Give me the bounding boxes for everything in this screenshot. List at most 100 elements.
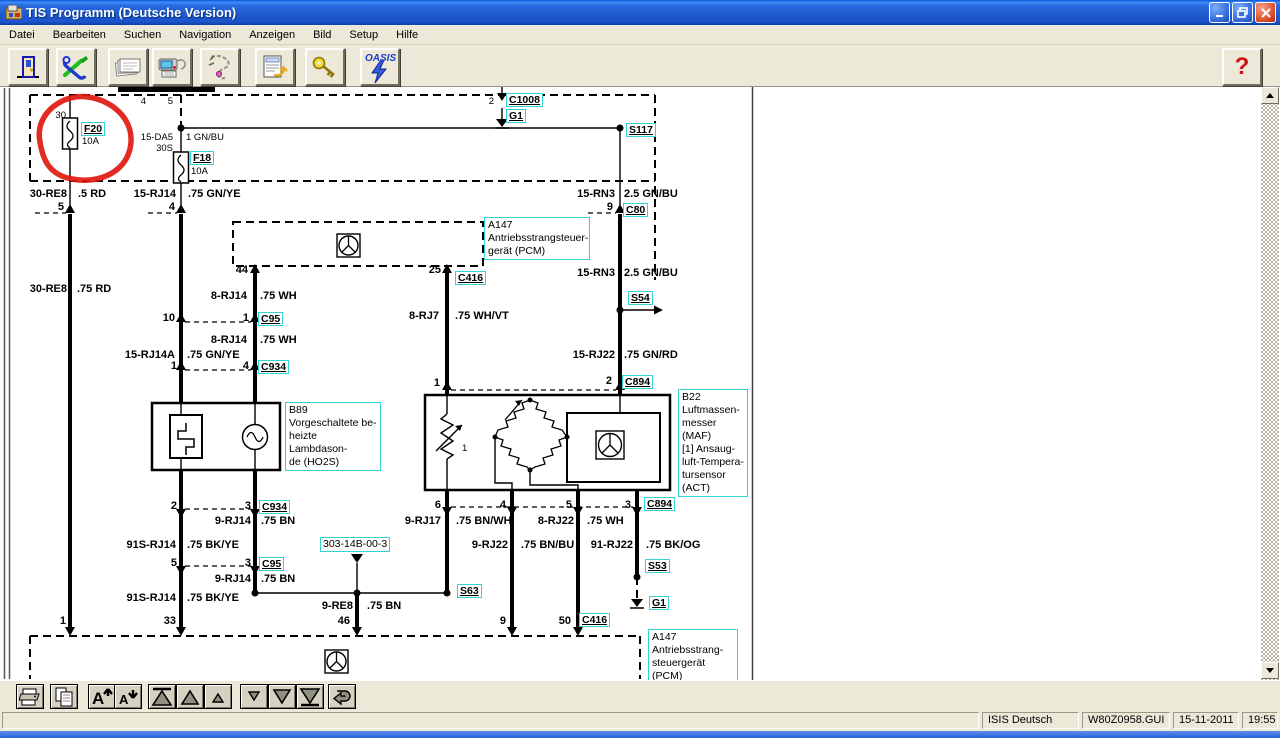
component-B89-ho2s[interactable]: B89Vorgeschaltete be-heizte Lambdason-de… — [285, 402, 381, 471]
status-message-panel — [2, 712, 979, 729]
wire-label: 1 — [462, 443, 467, 454]
part-number-link[interactable]: 303-14B-00-3 — [320, 537, 390, 552]
wire-label: 9-RE8 — [322, 600, 353, 612]
wire-label: 1 — [60, 615, 66, 627]
link-C894-top[interactable]: C894 — [622, 375, 653, 389]
copy-button[interactable] — [50, 684, 78, 709]
report-button[interactable] — [255, 48, 295, 86]
wire-label: .75 GN/YE — [187, 349, 240, 361]
menu-navigation[interactable]: Navigation — [170, 27, 240, 43]
link-F20[interactable]: F20 — [81, 122, 105, 136]
wire-label: 2.5 GN/BU — [624, 188, 678, 200]
link-S63[interactable]: S63 — [457, 584, 482, 598]
link-S54[interactable]: S54 — [628, 291, 653, 305]
documents-button[interactable] — [108, 48, 148, 86]
menu-bearbeiten[interactable]: Bearbeiten — [44, 27, 115, 43]
close-button[interactable] — [1255, 2, 1276, 23]
help-button[interactable]: ? — [1222, 48, 1262, 86]
zoom-down-medium-button[interactable] — [268, 684, 296, 709]
wire-label: 15-RN3 — [577, 267, 615, 279]
wire-label: .75 RD — [77, 283, 111, 295]
menu-bild[interactable]: Bild — [304, 27, 340, 43]
wire-label: .5 RD — [78, 188, 106, 200]
print-button[interactable] — [16, 684, 44, 709]
link-G1-bottom[interactable]: G1 — [649, 596, 669, 610]
font-increase-button[interactable]: A — [88, 684, 116, 709]
link-C416-top[interactable]: C416 — [455, 271, 486, 285]
zoom-fit-up-button[interactable] — [148, 684, 176, 709]
link-S53[interactable]: S53 — [645, 559, 670, 573]
exit-button[interactable] — [8, 48, 48, 86]
component-B22-maf[interactable]: B22Luftmassen-messer (MAF)[1] Ansaug-luf… — [678, 389, 748, 497]
wire-label: .75 BK/OG — [646, 539, 700, 551]
wire-label: 10A — [82, 136, 99, 147]
menu-setup[interactable]: Setup — [340, 27, 387, 43]
wire-label: 4 — [500, 499, 506, 511]
minimize-button[interactable] — [1209, 2, 1230, 23]
wire-label: 15-RJ22 — [573, 349, 615, 361]
svg-text:A: A — [119, 692, 129, 707]
wire-label: 15-DA5 — [141, 132, 173, 143]
restore-button[interactable] — [1232, 2, 1253, 23]
menu-suchen[interactable]: Suchen — [115, 27, 170, 43]
link-C894-bottom[interactable]: C894 — [644, 497, 675, 511]
wire-label: 91S-RJ14 — [126, 592, 176, 604]
font-larger-icon: A — [91, 687, 113, 707]
wire-label: 4 — [169, 201, 175, 213]
back-button[interactable] — [328, 684, 356, 709]
triangle-up-small-icon — [207, 687, 229, 707]
door-exit-icon — [14, 53, 42, 81]
wire-label: 3 — [245, 557, 251, 569]
menu-hilfe[interactable]: Hilfe — [387, 27, 427, 43]
wire-label: 50 — [559, 615, 571, 627]
wire-label: .75 WH — [260, 290, 297, 302]
oasis-button[interactable]: OASIS — [360, 48, 400, 86]
flowchart-button[interactable] — [200, 48, 240, 86]
key-icon — [310, 53, 340, 81]
scroll-up-button[interactable] — [1261, 87, 1279, 104]
menu-datei[interactable]: Datei — [0, 27, 44, 43]
link-C934-bottom[interactable]: C934 — [259, 500, 290, 514]
link-C934-mid[interactable]: C934 — [258, 360, 289, 374]
link-F18[interactable]: F18 — [190, 151, 214, 165]
wire-label: 1 — [243, 312, 249, 324]
wire-label: .75 BN — [261, 515, 295, 527]
triangle-up-icon — [179, 687, 201, 707]
component-A147-pcm-bottom[interactable]: A147Antriebsstrang-steuergerät (PCM) — [648, 629, 738, 685]
triangle-down-small-icon — [243, 687, 265, 707]
zoom-up-medium-button[interactable] — [176, 684, 204, 709]
oasis-label: OASIS — [365, 53, 396, 64]
window-title: TIS Programm (Deutsche Version) — [26, 5, 1207, 20]
wire-label: .75 BN/BU — [521, 539, 574, 551]
zoom-fit-down-button[interactable] — [296, 684, 324, 709]
link-C95-bottom[interactable]: C95 — [259, 557, 284, 571]
print-preview-button[interactable] — [152, 48, 192, 86]
wire-label: 9-RJ17 — [405, 515, 441, 527]
link-C95-mid[interactable]: C95 — [258, 312, 283, 326]
font-decrease-button[interactable]: A — [114, 684, 142, 709]
app-icon — [6, 5, 22, 21]
wire-label: 8-RJ14 — [211, 290, 247, 302]
vertical-scrollbar[interactable] — [1261, 87, 1279, 680]
scroll-down-button[interactable] — [1261, 662, 1279, 679]
component-A147-pcm-top[interactable]: A147Antriebsstrangsteuer-gerät (PCM) — [484, 217, 590, 260]
link-C1008[interactable]: C1008 — [506, 93, 543, 107]
return-arrow-icon — [331, 687, 353, 707]
wire-label: .75 GN/YE — [188, 188, 241, 200]
link-G1-top[interactable]: G1 — [506, 109, 526, 123]
wire-label: 8-RJ7 — [409, 310, 439, 322]
zoom-down-small-button[interactable] — [240, 684, 268, 709]
wire-label: .75 BK/YE — [187, 592, 239, 604]
wire-label: .75 BN/WH — [456, 515, 512, 527]
wire-label: 9-RJ14 — [215, 515, 251, 527]
status-bar: ISIS DeutschW80Z0958.GUI15-11-201119:55 — [0, 710, 1280, 731]
key-button[interactable] — [305, 48, 345, 86]
tools-button[interactable] — [56, 48, 96, 86]
link-C80[interactable]: C80 — [623, 203, 648, 217]
wire-label: 15-RJ14A — [125, 349, 175, 361]
zoom-up-small-button[interactable] — [204, 684, 232, 709]
link-S117[interactable]: S117 — [626, 123, 656, 137]
link-C416-bottom[interactable]: C416 — [579, 613, 610, 627]
menu-anzeigen[interactable]: Anzeigen — [240, 27, 304, 43]
triangle-down-icon — [271, 687, 293, 707]
